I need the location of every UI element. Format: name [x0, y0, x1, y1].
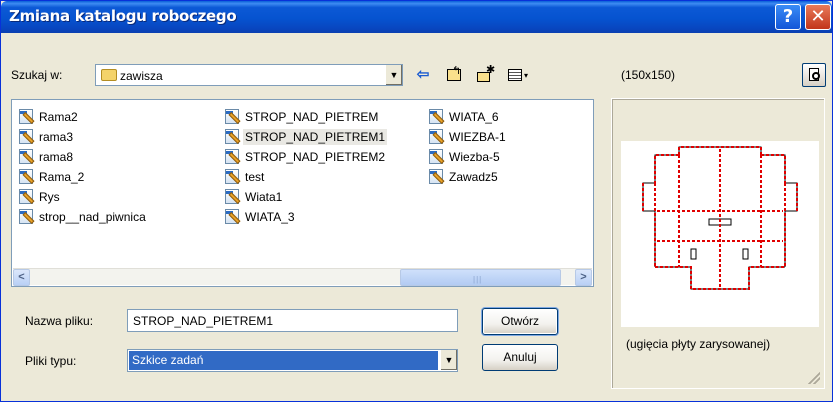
preview-dimensions: (150x150)	[621, 68, 676, 82]
preview-toggle-button[interactable]	[802, 63, 826, 87]
cancel-button[interactable]: Anuluj	[482, 344, 558, 371]
title-bar[interactable]: Zmiana katalogu roboczego ? ✕	[1, 1, 832, 33]
file-name: rama8	[39, 150, 74, 164]
floor-plan-drawing	[642, 146, 798, 290]
drawing-file-icon	[18, 209, 36, 225]
file-item[interactable]: WIEZBA-1	[428, 128, 508, 146]
filetype-label: Pliki typu:	[25, 354, 77, 368]
file-list[interactable]: Rama2 rama3 rama8 Rama_2 Rys strop__nad_…	[11, 99, 594, 287]
dialog-title: Zmiana katalogu roboczego	[9, 7, 237, 25]
file-item[interactable]: WIATA_3	[224, 208, 297, 226]
file-item[interactable]: strop__nad_piwnica	[18, 208, 148, 226]
help-button[interactable]: ?	[775, 4, 801, 30]
file-item[interactable]: Wiata1	[224, 188, 284, 206]
drawing-file-icon	[18, 109, 36, 125]
file-item[interactable]: Zawadz5	[428, 168, 500, 186]
file-name: STROP_NAD_PIETREM	[245, 110, 379, 124]
filetype-dropdown[interactable]: Szkice zadań ▼	[127, 349, 458, 372]
drawing-file-icon	[428, 129, 446, 145]
preview-caption: (ugięcia płyty zarysowanej)	[626, 337, 771, 351]
file-name: test	[245, 170, 265, 184]
drawing-file-icon	[428, 169, 446, 185]
file-item[interactable]: test	[224, 168, 266, 186]
file-name: rama3	[39, 130, 74, 144]
close-button[interactable]: ✕	[805, 4, 831, 30]
file-item[interactable]: Rys	[18, 188, 62, 206]
lookin-label: Szukaj w:	[11, 68, 63, 82]
file-item[interactable]: STROP_NAD_PIETREM2	[224, 148, 387, 166]
file-name: Rama_2	[39, 170, 85, 184]
chevron-down-icon[interactable]: ▼	[385, 65, 402, 85]
view-menu-icon[interactable]: ▾	[506, 65, 528, 85]
filename-label: Nazwa pliku:	[25, 314, 94, 328]
open-button[interactable]: Otwórz	[482, 308, 558, 335]
drawing-file-icon	[224, 109, 242, 125]
file-item[interactable]: STROP_NAD_PIETREM	[224, 108, 380, 126]
resize-grip-icon[interactable]	[808, 372, 820, 384]
file-item-selected[interactable]: STROP_NAD_PIETREM1	[224, 128, 388, 146]
file-name: WIATA_3	[245, 210, 295, 224]
drawing-file-icon	[224, 129, 242, 145]
drawing-file-icon	[18, 129, 36, 145]
drawing-file-icon	[18, 189, 36, 205]
file-name: STROP_NAD_PIETREM1	[243, 129, 388, 145]
back-arrow-icon[interactable]: ⇦	[413, 65, 433, 85]
horizontal-scrollbar[interactable]: < ||| >	[13, 268, 592, 286]
file-name: Rama2	[39, 110, 78, 124]
file-name: Wiezba-5	[449, 150, 500, 164]
file-name: STROP_NAD_PIETREM2	[245, 150, 386, 164]
scroll-thumb[interactable]: |||	[400, 269, 561, 286]
scroll-left-button[interactable]: <	[13, 269, 30, 286]
lookin-value: zawisza	[120, 69, 163, 83]
file-item[interactable]: WIATA_6	[428, 108, 501, 126]
drawing-file-icon	[18, 169, 36, 185]
thumb-grip-icon: |||	[473, 275, 483, 284]
file-name: strop__nad_piwnica	[39, 210, 146, 224]
file-name: Rys	[39, 190, 60, 204]
drawing-file-icon	[428, 149, 446, 165]
preview-image	[621, 141, 819, 327]
up-folder-icon[interactable]: ↰	[444, 65, 464, 85]
dialog-window: Zmiana katalogu roboczego ? ✕ Szukaj w: …	[0, 0, 833, 402]
new-folder-icon[interactable]: ✱	[475, 65, 495, 85]
file-name: Zawadz5	[449, 170, 498, 184]
file-name: WIEZBA-1	[449, 130, 506, 144]
scroll-right-button[interactable]: >	[575, 269, 592, 286]
file-item[interactable]: Rama2	[18, 108, 80, 126]
magnifier-icon	[812, 72, 820, 80]
drawing-file-icon	[18, 149, 36, 165]
file-item[interactable]: rama8	[18, 148, 75, 166]
file-name: Wiata1	[245, 190, 283, 204]
drawing-file-icon	[224, 189, 242, 205]
folder-icon	[101, 69, 117, 81]
file-item[interactable]: Rama_2	[18, 168, 86, 186]
drawing-file-icon	[428, 109, 446, 125]
preview-panel: (ugięcia płyty zarysowanej)	[611, 98, 825, 389]
filetype-value: Szkice zadań	[129, 351, 438, 370]
drawing-file-icon	[224, 209, 242, 225]
lookin-dropdown[interactable]: zawisza ▼	[95, 64, 403, 86]
file-item[interactable]: rama3	[18, 128, 75, 146]
drawing-file-icon	[224, 149, 242, 165]
chevron-down-icon[interactable]: ▼	[440, 350, 457, 370]
filename-input[interactable]: STROP_NAD_PIETREM1	[127, 309, 458, 332]
file-name: WIATA_6	[449, 110, 499, 124]
file-item[interactable]: Wiezba-5	[428, 148, 502, 166]
drawing-file-icon	[224, 169, 242, 185]
